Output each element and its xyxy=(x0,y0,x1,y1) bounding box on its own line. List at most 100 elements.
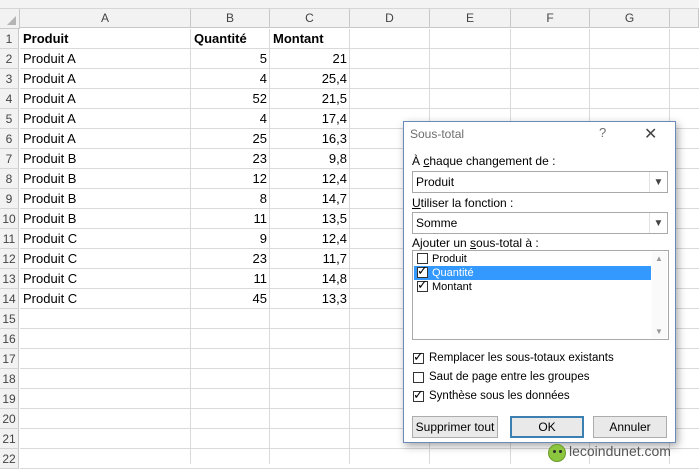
table-cell[interactable]: 45 xyxy=(191,289,270,309)
row-header[interactable]: 12 xyxy=(0,249,19,269)
table-cell[interactable]: Produit C xyxy=(20,269,191,289)
page-break-checkbox[interactable] xyxy=(413,372,424,383)
table-cell[interactable]: 11 xyxy=(191,209,270,229)
table-cell[interactable]: Produit B xyxy=(20,209,191,229)
row-header[interactable]: 17 xyxy=(0,349,19,369)
row-header[interactable]: 16 xyxy=(0,329,19,349)
table-cell[interactable]: Produit A xyxy=(20,69,191,89)
row-header[interactable]: 11 xyxy=(0,229,19,249)
column-header[interactable]: D xyxy=(350,9,430,28)
table-cell[interactable]: Quantité xyxy=(191,29,270,49)
table-cell[interactable]: 5 xyxy=(191,49,270,69)
remove-all-button[interactable]: Supprimer tout xyxy=(412,416,498,438)
list-item[interactable]: Montant xyxy=(414,277,651,294)
row-header[interactable]: 13 xyxy=(0,269,19,289)
table-cell[interactable]: 14,8 xyxy=(270,269,350,289)
change-select-value: Produit xyxy=(416,175,455,189)
column-header[interactable]: F xyxy=(511,9,590,28)
ok-button[interactable]: OK xyxy=(510,416,584,438)
row-header[interactable]: 21 xyxy=(0,429,19,449)
select-all-corner[interactable] xyxy=(0,9,20,29)
cancel-button[interactable]: Annuler xyxy=(593,416,667,438)
table-cell[interactable]: Produit A xyxy=(20,109,191,129)
change-label: À chaque changement de : xyxy=(412,154,556,168)
table-cell[interactable]: Produit A xyxy=(20,49,191,69)
column-header[interactable]: G xyxy=(590,9,670,28)
table-cell[interactable]: Produit C xyxy=(20,249,191,269)
table-cell[interactable]: 9,8 xyxy=(270,149,350,169)
chevron-down-icon[interactable]: ▼ xyxy=(649,172,667,192)
table-cell[interactable]: 14,7 xyxy=(270,189,350,209)
function-select-value: Somme xyxy=(416,216,458,230)
row-header[interactable]: 7 xyxy=(0,149,19,169)
scroll-up-icon[interactable]: ▲ xyxy=(655,254,663,263)
row-header[interactable]: 4 xyxy=(0,89,19,109)
table-cell[interactable]: 16,3 xyxy=(270,129,350,149)
replace-subtotals-label: Remplacer les sous-totaux existants xyxy=(429,352,614,364)
list-item-label: Montant xyxy=(432,281,472,293)
row-header[interactable]: 10 xyxy=(0,209,19,229)
table-cell[interactable]: 52 xyxy=(191,89,270,109)
table-cell[interactable]: Produit A xyxy=(20,89,191,109)
row-header[interactable]: 9 xyxy=(0,189,19,209)
table-cell[interactable]: 25 xyxy=(191,129,270,149)
table-cell[interactable]: 11,7 xyxy=(270,249,350,269)
subtotal-fields-list[interactable]: Produit Quantité Montant ▲ ▼ xyxy=(412,250,669,340)
column-header[interactable] xyxy=(670,9,699,28)
table-cell[interactable]: 17,4 xyxy=(270,109,350,129)
table-cell[interactable]: 25,4 xyxy=(270,69,350,89)
table-cell[interactable]: Produit A xyxy=(20,129,191,149)
row-header[interactable]: 1 xyxy=(0,29,19,49)
table-cell[interactable]: Produit B xyxy=(20,149,191,169)
column-header[interactable]: E xyxy=(430,9,511,28)
table-cell[interactable]: 12 xyxy=(191,169,270,189)
table-cell[interactable]: 21 xyxy=(270,49,350,69)
close-button[interactable]: ✕ xyxy=(644,124,657,144)
scroll-down-icon[interactable]: ▼ xyxy=(655,327,663,336)
table-cell[interactable]: 13,5 xyxy=(270,209,350,229)
row-header[interactable]: 5 xyxy=(0,109,19,129)
column-header[interactable]: A xyxy=(20,9,191,28)
list-item-checkbox[interactable] xyxy=(417,277,428,293)
list-scrollbar[interactable]: ▲ ▼ xyxy=(652,252,667,338)
table-cell[interactable]: 4 xyxy=(191,69,270,89)
change-select[interactable]: Produit ▼ xyxy=(412,171,668,193)
row-header[interactable]: 14 xyxy=(0,289,19,309)
list-item[interactable]: Quantité xyxy=(414,263,651,280)
table-cell[interactable]: 23 xyxy=(191,149,270,169)
table-cell[interactable]: Produit xyxy=(20,29,191,49)
row-header[interactable]: 22 xyxy=(0,449,19,469)
row-header[interactable]: 6 xyxy=(0,129,19,149)
chevron-down-icon[interactable]: ▼ xyxy=(649,213,667,233)
table-cell[interactable]: Produit B xyxy=(20,189,191,209)
table-cell[interactable]: 9 xyxy=(191,229,270,249)
table-cell[interactable]: 12,4 xyxy=(270,229,350,249)
table-cell[interactable]: 13,3 xyxy=(270,289,350,309)
function-select[interactable]: Somme ▼ xyxy=(412,212,668,234)
summary-below-checkbox[interactable] xyxy=(413,387,424,403)
row-header[interactable]: 18 xyxy=(0,369,19,389)
subtotal-dialog: Sous-total ? ✕ À chaque changement de : … xyxy=(403,121,676,443)
table-cell[interactable]: 8 xyxy=(191,189,270,209)
table-cell[interactable]: 21,5 xyxy=(270,89,350,109)
table-cell[interactable]: 11 xyxy=(191,269,270,289)
row-header[interactable]: 8 xyxy=(0,169,19,189)
table-cell[interactable]: 12,4 xyxy=(270,169,350,189)
table-cell[interactable]: 23 xyxy=(191,249,270,269)
row-header[interactable]: 19 xyxy=(0,389,19,409)
smiley-logo-icon xyxy=(548,444,566,462)
table-cell[interactable]: Produit C xyxy=(20,229,191,249)
replace-subtotals-checkbox[interactable] xyxy=(413,349,424,365)
row-header[interactable]: 3 xyxy=(0,69,19,89)
table-cell[interactable]: Produit B xyxy=(20,169,191,189)
help-button[interactable]: ? xyxy=(599,125,606,140)
column-header[interactable]: B xyxy=(191,9,270,28)
table-cell[interactable]: 4 xyxy=(191,109,270,129)
list-item[interactable]: Produit xyxy=(414,252,651,266)
table-cell[interactable]: Produit C xyxy=(20,289,191,309)
column-header[interactable]: C xyxy=(270,9,350,28)
row-header[interactable]: 15 xyxy=(0,309,19,329)
row-header[interactable]: 2 xyxy=(0,49,19,69)
row-header[interactable]: 20 xyxy=(0,409,19,429)
table-cell[interactable]: Montant xyxy=(270,29,350,49)
